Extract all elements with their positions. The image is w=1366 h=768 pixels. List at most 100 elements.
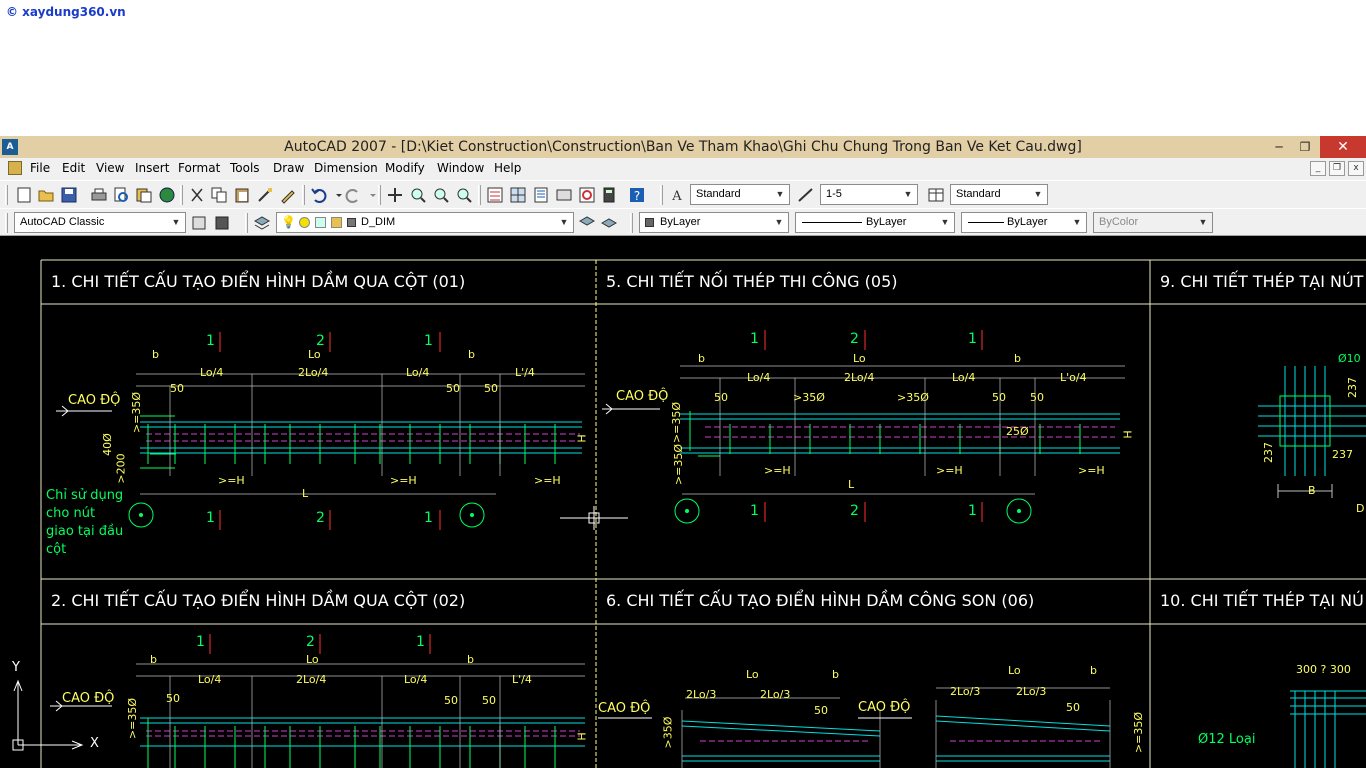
workspace-select[interactable]: AutoCAD Classic ▼ xyxy=(14,212,186,233)
undo-icon[interactable] xyxy=(310,186,328,204)
copy-icon[interactable] xyxy=(210,186,228,204)
dim-label: >=35Ø xyxy=(130,391,144,434)
dim-label: >=H xyxy=(534,474,561,487)
design-center-icon[interactable] xyxy=(509,186,527,204)
zoom-window-icon[interactable] xyxy=(432,186,450,204)
menu-help[interactable]: Help xyxy=(494,161,521,175)
svg-text:A: A xyxy=(671,189,682,204)
new-icon[interactable] xyxy=(15,186,33,204)
menu-bar: File Edit View Insert Format Tools Draw … xyxy=(0,158,1366,180)
ucs-x-label: X xyxy=(90,736,99,751)
3d-dwf-icon[interactable] xyxy=(158,186,176,204)
match-properties-icon[interactable] xyxy=(256,186,274,204)
toolbar-grip[interactable] xyxy=(5,213,8,233)
make-layer-current-icon[interactable] xyxy=(578,214,596,232)
dim-label: 237 xyxy=(1332,448,1353,461)
lineweight-select[interactable]: ByLayer ▼ xyxy=(961,212,1087,233)
maximize-button[interactable]: ❐ xyxy=(1290,136,1320,158)
help-icon[interactable]: ? xyxy=(628,186,646,204)
toolbar-grip[interactable] xyxy=(630,213,633,233)
dim-label: 50 xyxy=(444,694,458,707)
doc-close-button[interactable]: x xyxy=(1348,161,1364,176)
dim-label: Ø10 xyxy=(1338,352,1361,365)
publish-icon[interactable] xyxy=(135,186,153,204)
undo-dropdown-icon[interactable] xyxy=(330,186,342,204)
menu-window[interactable]: Window xyxy=(437,161,484,175)
dim-label: 237 xyxy=(1346,377,1359,398)
dimension-style-select[interactable]: 1-5 ▼ xyxy=(820,184,918,205)
redo-dropdown-icon[interactable] xyxy=(364,186,376,204)
bar-mark: 1 xyxy=(968,331,977,347)
open-icon[interactable] xyxy=(37,186,55,204)
dim-label: >35Ø xyxy=(897,391,929,404)
print-icon[interactable] xyxy=(90,186,108,204)
calculator-icon[interactable] xyxy=(600,186,618,204)
linetype-preview xyxy=(802,222,862,223)
menu-edit[interactable]: Edit xyxy=(62,161,85,175)
workspace-save-icon[interactable] xyxy=(213,214,231,232)
doc-restore-button[interactable]: ❐ xyxy=(1329,161,1345,176)
dim-label: Lo xyxy=(1008,664,1021,677)
dim-label: D xyxy=(1356,502,1365,515)
dim-label: 2Lo/3 xyxy=(686,688,717,701)
dim-label: 50 xyxy=(170,382,184,395)
toolbar-grip[interactable] xyxy=(5,185,8,205)
dim-label: 50 xyxy=(992,391,1006,404)
dim-label: L'/4 xyxy=(515,366,535,379)
color-select[interactable]: ByLayer ▼ xyxy=(639,212,789,233)
dim-label: Ø12 Loại xyxy=(1198,732,1256,747)
cut-icon[interactable] xyxy=(188,186,206,204)
chevron-down-icon: ▼ xyxy=(171,217,181,227)
workspace-settings-icon[interactable] xyxy=(190,214,208,232)
properties-icon[interactable] xyxy=(486,186,504,204)
bar-mark: 1 xyxy=(424,333,433,349)
dim-label: Lo xyxy=(853,352,866,365)
layer-select[interactable]: 💡 D_DIM ▼ xyxy=(276,212,574,233)
dim-label: 2Lo/4 xyxy=(296,673,327,686)
dim-label: 25Ø xyxy=(1006,425,1029,438)
block-editor-icon[interactable] xyxy=(279,186,297,204)
text-style-icon[interactable]: A xyxy=(668,186,686,204)
dim-label: Lo/4 xyxy=(200,366,224,379)
zoom-realtime-icon[interactable] xyxy=(409,186,427,204)
menu-tools[interactable]: Tools xyxy=(230,161,260,175)
close-button[interactable]: ✕ xyxy=(1320,136,1366,158)
tool-palettes-icon[interactable] xyxy=(532,186,550,204)
save-icon[interactable] xyxy=(60,186,78,204)
toolbar-grip[interactable] xyxy=(245,213,248,233)
dim-label: 50 xyxy=(814,704,828,717)
dim-label: 300 ? 300 xyxy=(1296,663,1351,676)
menu-insert[interactable]: Insert xyxy=(135,161,169,175)
menu-format[interactable]: Format xyxy=(178,161,220,175)
bar-mark: 1 xyxy=(416,634,425,650)
drawing-canvas xyxy=(12,259,1366,768)
document-icon[interactable] xyxy=(8,161,22,175)
menu-modify[interactable]: Modify xyxy=(385,161,425,175)
paste-icon[interactable] xyxy=(233,186,251,204)
linetype-select[interactable]: ByLayer ▼ xyxy=(795,212,955,233)
menu-file[interactable]: File xyxy=(30,161,50,175)
menu-draw[interactable]: Draw xyxy=(273,161,304,175)
zoom-previous-icon[interactable] xyxy=(455,186,473,204)
beam-06-detail xyxy=(598,687,1111,768)
plot-preview-icon[interactable] xyxy=(112,186,130,204)
text-style-select[interactable]: Standard ▼ xyxy=(690,184,790,205)
drawing-area[interactable]: 1. CHI TIẾT CẤU TẠO ĐIỂN HÌNH DẦM QUA CỘ… xyxy=(0,236,1366,768)
dimension-style-icon[interactable] xyxy=(797,186,815,204)
menu-dimension[interactable]: Dimension xyxy=(314,161,378,175)
redo-icon[interactable] xyxy=(344,186,362,204)
layer-manager-icon[interactable] xyxy=(253,214,271,232)
dim-label: >=35Ø xyxy=(672,443,686,486)
markup-icon[interactable] xyxy=(578,186,596,204)
dim-label: 50 xyxy=(482,694,496,707)
sheet-set-icon[interactable] xyxy=(555,186,573,204)
doc-minimize-button[interactable]: _ xyxy=(1310,161,1326,176)
table-style-select[interactable]: Standard ▼ xyxy=(950,184,1048,205)
frame-title-01: 1. CHI TIẾT CẤU TẠO ĐIỂN HÌNH DẦM QUA CỘ… xyxy=(51,272,466,291)
pan-icon[interactable] xyxy=(386,186,404,204)
dim-label: L'o/4 xyxy=(1060,371,1087,384)
table-style-icon[interactable] xyxy=(927,186,945,204)
toolbar-grip[interactable] xyxy=(660,185,663,205)
menu-view[interactable]: View xyxy=(96,161,124,175)
layer-previous-icon[interactable] xyxy=(600,214,618,232)
